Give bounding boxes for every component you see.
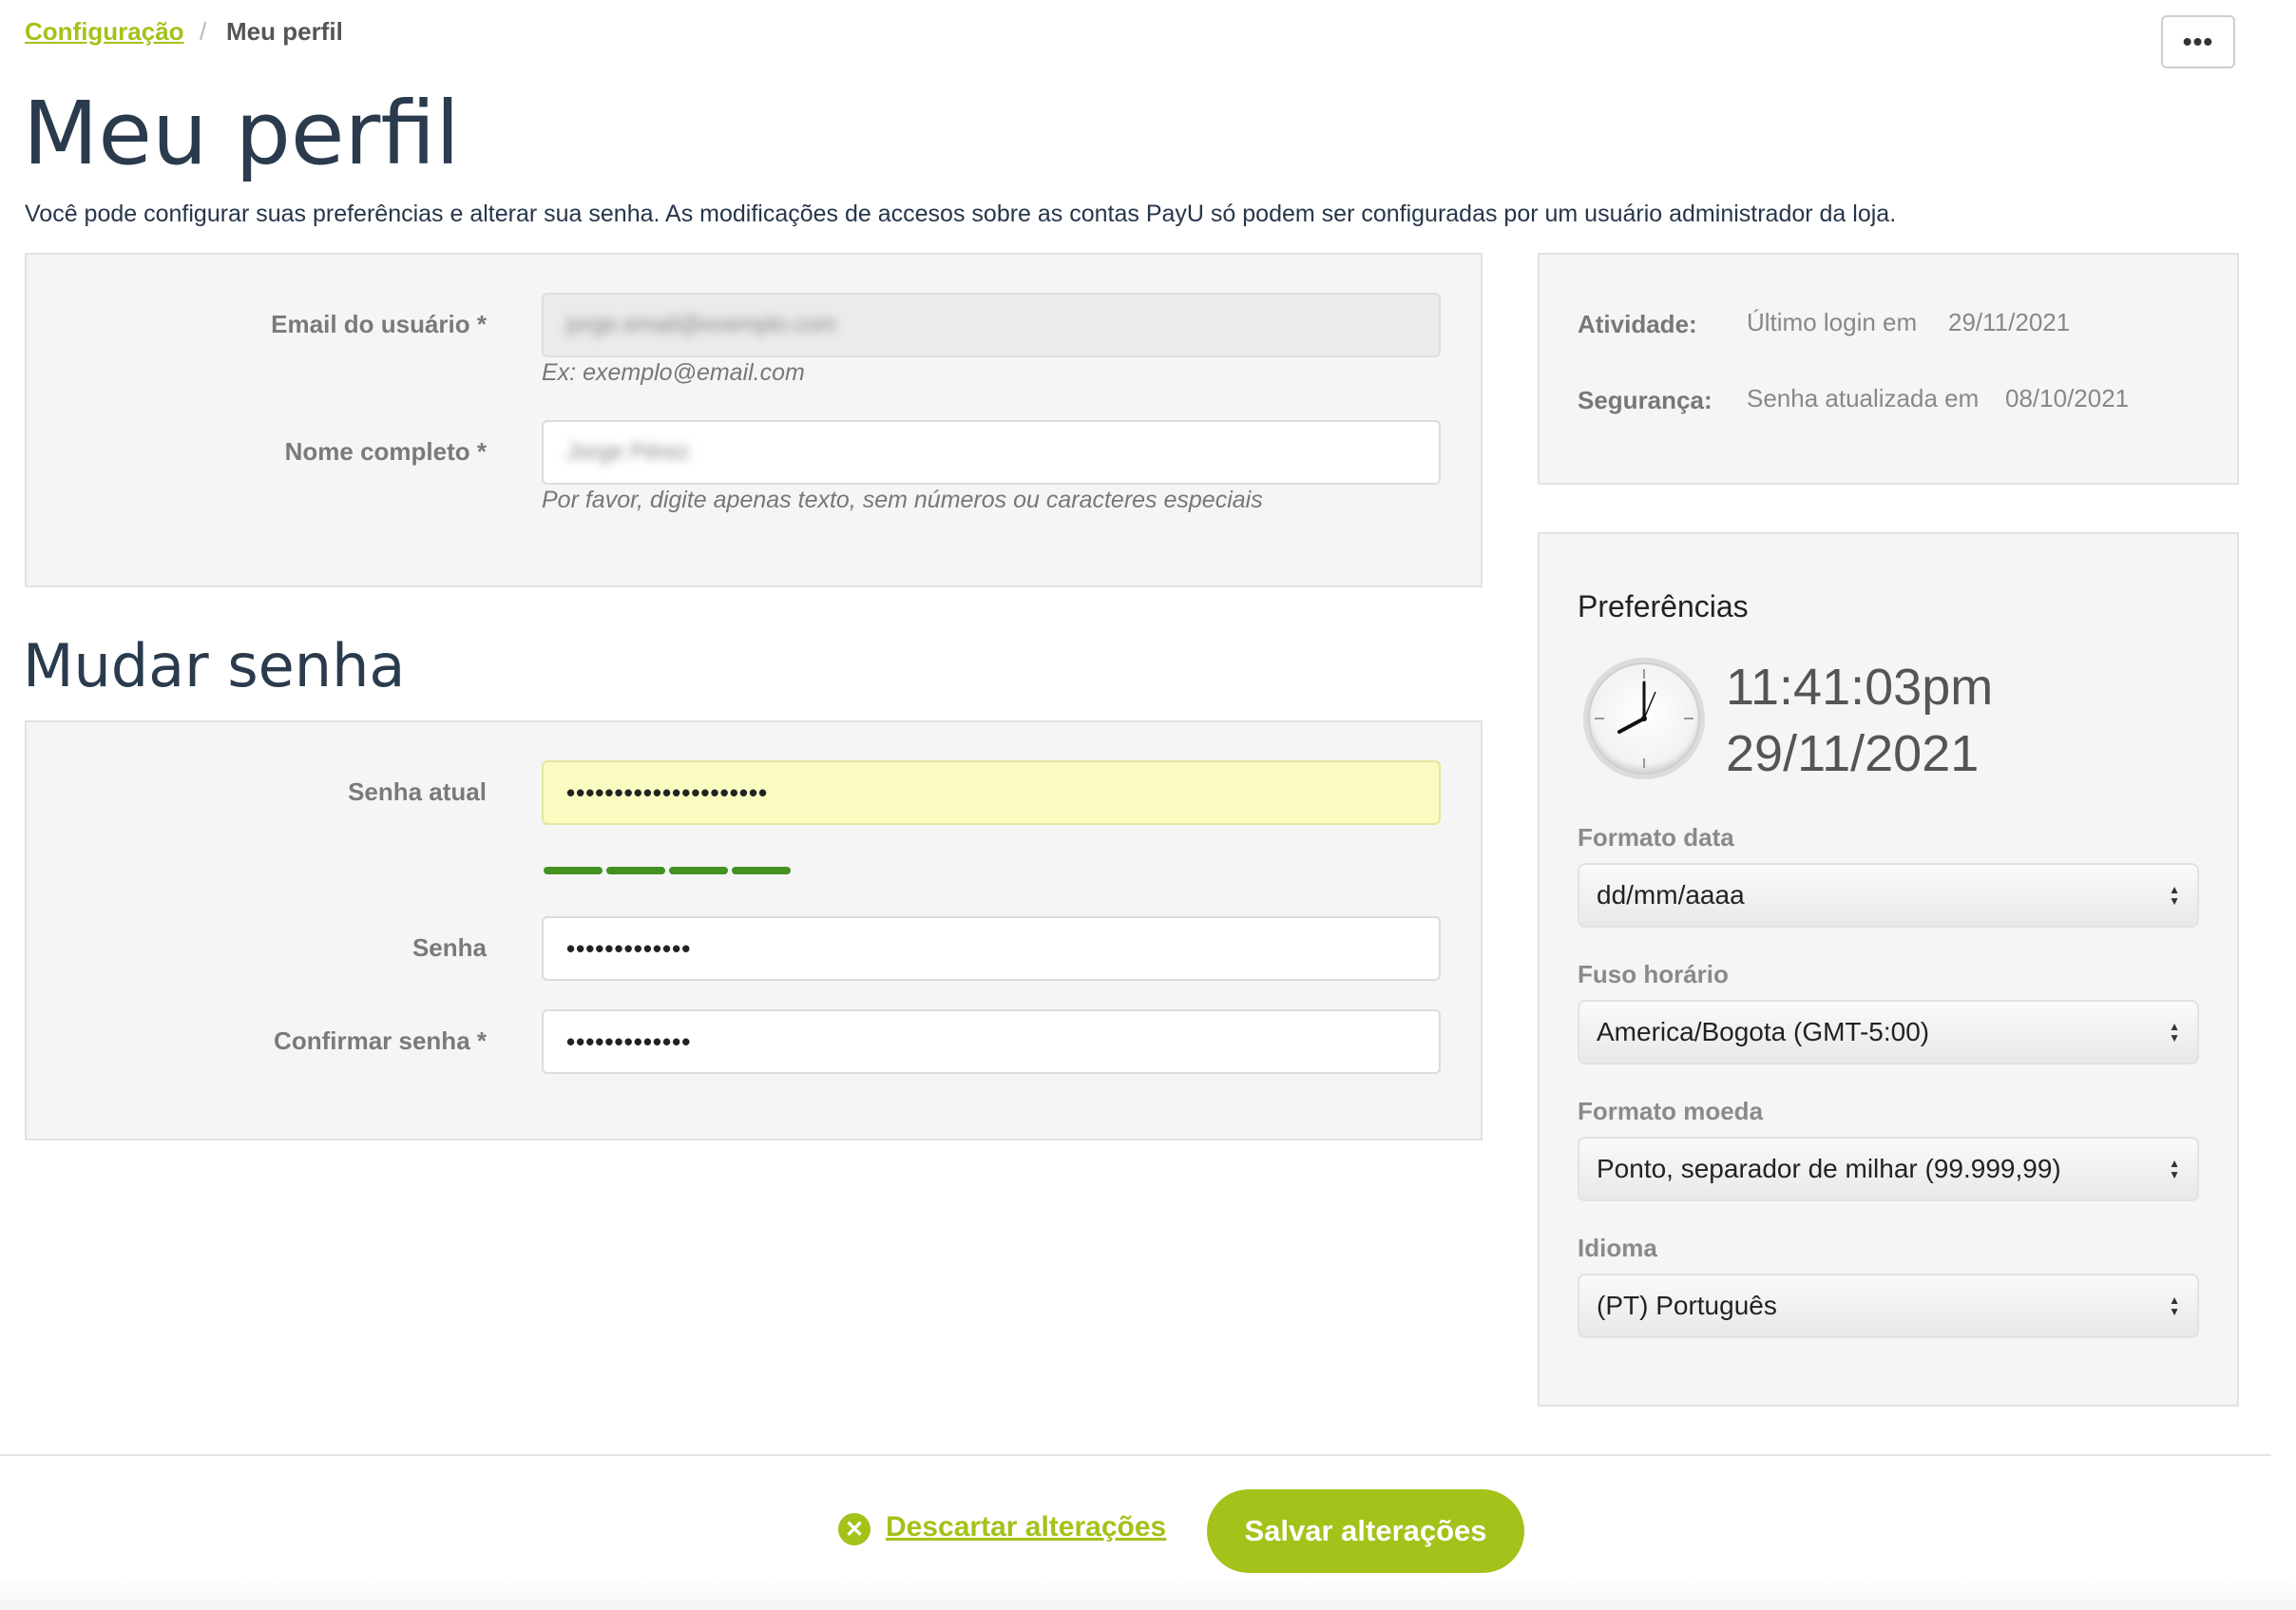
breadcrumb-separator: / (200, 17, 207, 46)
security-label: Segurança: (1578, 386, 1712, 414)
confirm-password-value: ••••••••••••• (566, 1026, 692, 1056)
activity-date: 29/11/2021 (1948, 308, 2071, 336)
email-hint: Ex: exemplo@email.com (542, 359, 805, 386)
new-password-field[interactable]: ••••••••••••• (542, 916, 1441, 981)
confirm-password-label: Confirmar senha * (274, 1026, 487, 1055)
date-format-value: dd/mm/aaaa (1597, 880, 1745, 910)
security-text: Senha atualizada em (1747, 384, 1980, 412)
page-title: Meu perfil (23, 83, 460, 184)
currency-format-select[interactable]: Ponto, separador de milhar (99.999,99) ▲… (1578, 1137, 2199, 1201)
current-password-value: ••••••••••••••••••••• (566, 777, 769, 807)
current-time: 11:41:03pm (1726, 659, 1994, 716)
activity-label: Atividade: (1578, 310, 1697, 338)
footer-divider (0, 1454, 2271, 1456)
page-description: Você pode configurar suas preferências e… (25, 201, 1897, 227)
email-label: Email do usuário * (271, 310, 487, 338)
email-value: jorge.email@exemplo.com (566, 312, 837, 337)
strength-segment (732, 867, 791, 874)
language-label: Idioma (1578, 1234, 1657, 1262)
activity-text: Último login em (1747, 308, 1918, 336)
strength-segment (544, 867, 603, 874)
select-arrows-icon: ▲ ▼ (2169, 883, 2180, 908)
more-button[interactable]: ••• (2161, 15, 2235, 68)
breadcrumb-configuracao[interactable]: Configuração (25, 17, 184, 47)
date-format-label: Formato data (1578, 823, 1734, 852)
strength-segment (669, 867, 728, 874)
save-changes-button[interactable]: Salvar alterações (1207, 1489, 1524, 1573)
select-arrows-icon: ▲ ▼ (2169, 1294, 2180, 1318)
breadcrumb-current: Meu perfil (226, 17, 343, 46)
language-value: (PT) Português (1597, 1291, 1777, 1320)
clock-icon (1583, 658, 1705, 779)
timezone-select[interactable]: America/Bogota (GMT-5:00) ▲ ▼ (1578, 1000, 2199, 1064)
current-password-field[interactable]: ••••••••••••••••••••• (542, 760, 1441, 825)
current-date: 29/11/2021 (1726, 725, 1980, 782)
timezone-value: America/Bogota (GMT-5:00) (1597, 1017, 1930, 1046)
discard-changes-link[interactable]: Descartar alterações (886, 1511, 1166, 1543)
select-arrows-icon: ▲ ▼ (2169, 1157, 2180, 1181)
bottom-shadow (0, 1578, 2296, 1610)
email-field[interactable]: jorge.email@exemplo.com (542, 293, 1441, 357)
password-strength-meter (544, 867, 791, 874)
current-password-label: Senha atual (348, 777, 487, 806)
timezone-label: Fuso horário (1578, 960, 1729, 988)
language-select[interactable]: (PT) Português ▲ ▼ (1578, 1274, 2199, 1338)
name-value: Jorge Pérez (566, 439, 690, 465)
new-password-label: Senha (411, 933, 487, 962)
date-format-select[interactable]: dd/mm/aaaa ▲ ▼ (1578, 863, 2199, 928)
strength-segment (606, 867, 665, 874)
currency-format-value: Ponto, separador de milhar (99.999,99) (1597, 1154, 2061, 1183)
preferences-title: Preferências (1578, 589, 1749, 623)
more-icon: ••• (2182, 27, 2214, 56)
name-label: Nome completo * (284, 437, 487, 466)
name-hint: Por favor, digite apenas texto, sem núme… (542, 487, 1263, 513)
activity-panel (1538, 253, 2239, 485)
select-arrows-icon: ▲ ▼ (2169, 1020, 2180, 1045)
security-date: 08/10/2021 (2005, 384, 2130, 412)
close-circle-icon[interactable]: ✕ (838, 1513, 871, 1545)
currency-format-label: Formato moeda (1578, 1097, 1764, 1125)
confirm-password-field[interactable]: ••••••••••••• (542, 1009, 1441, 1074)
new-password-value: ••••••••••••• (566, 933, 692, 963)
change-password-title: Mudar senha (23, 631, 406, 700)
name-field[interactable]: Jorge Pérez (542, 420, 1441, 485)
